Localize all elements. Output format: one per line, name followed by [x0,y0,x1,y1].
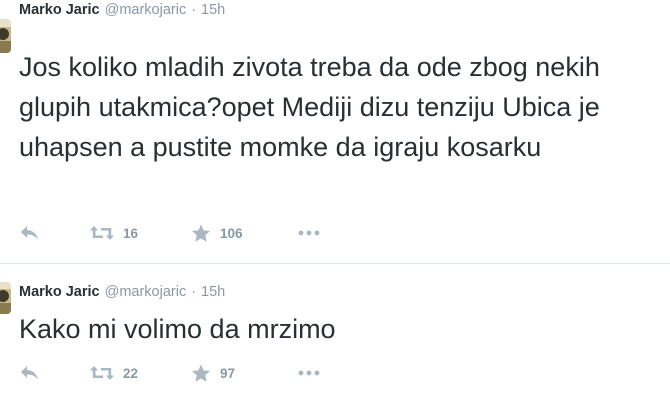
star-icon [192,364,210,382]
tweet-actions: 22 97 [19,361,339,385]
tweet-text: Kako mi volimo da mrzimo [19,314,336,344]
tweet-timestamp[interactable]: 15h [201,2,225,18]
favorite-button[interactable]: 106 [191,221,243,245]
separator-dot: · [191,284,197,300]
author-handle[interactable]: @markojaric [105,2,187,18]
tweet-header: Marko Jaric @markojaric · 15h [19,0,225,21]
author-name[interactable]: Marko Jaric [19,284,100,300]
more-button[interactable] [298,361,320,385]
retweet-button[interactable]: 16 [90,221,138,245]
tweet-timestamp[interactable]: 15h [201,284,225,300]
separator-dot: · [191,2,197,18]
tweet[interactable]: Marko Jaric @markojaric · 15h Jos koliko ml… [0,0,670,264]
tweet-actions: 16 106 [19,221,339,245]
reply-button[interactable] [19,221,41,245]
author-name[interactable]: Marko Jaric [19,2,100,18]
retweet-button[interactable]: 22 [90,361,138,385]
author-handle[interactable]: @markojaric [105,284,187,300]
retweet-count: 16 [123,225,139,241]
favorite-count: 97 [220,365,236,381]
retweet-icon [90,366,114,380]
tweet-timeline: Marko Jaric @markojaric · 15h Jos koliko ml… [0,0,670,400]
reply-icon [21,226,38,240]
tweet[interactable]: Marko Jaric @markojaric · 15h Kako mi volim… [0,264,670,400]
retweet-icon [90,226,114,240]
favorite-button[interactable]: 97 [191,361,235,385]
more-dots-icon [298,230,320,236]
reply-icon [21,366,38,380]
retweet-count: 22 [123,365,139,381]
favorite-count: 106 [220,225,243,241]
avatar[interactable] [0,282,11,314]
tweet-header: Marko Jaric @markojaric · 15h [19,281,225,303]
more-button[interactable] [298,221,320,245]
avatar[interactable] [0,19,11,53]
tweet-text: Jos koliko mladih zivota treba da ode zb… [19,52,600,162]
star-icon [192,224,210,242]
reply-button[interactable] [19,361,41,385]
more-dots-icon [298,370,320,376]
